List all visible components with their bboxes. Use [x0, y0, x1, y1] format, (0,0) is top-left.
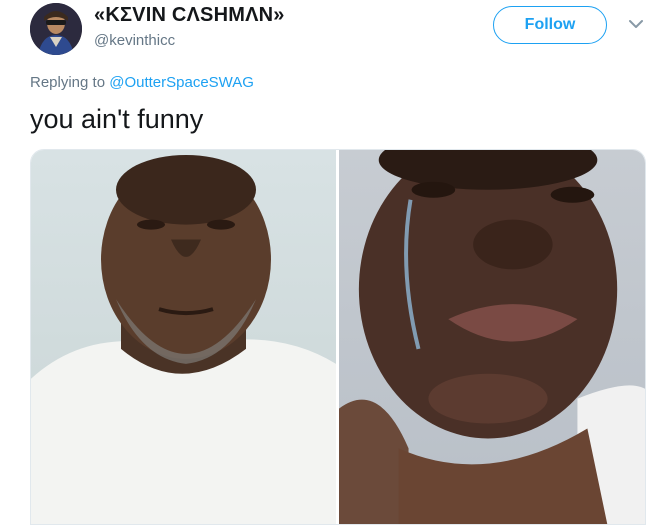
user-handle[interactable]: @kevinthicc: [94, 32, 175, 49]
display-name[interactable]: «KΣVIN CΛSHMΛN»: [94, 4, 285, 27]
photo-left[interactable]: [31, 150, 336, 524]
tweet-media[interactable]: [30, 149, 646, 525]
replying-to: Replying to @OutterSpaceSWAG: [30, 74, 254, 91]
chevron-down-icon[interactable]: [626, 14, 646, 34]
avatar[interactable]: [30, 3, 82, 55]
follow-button[interactable]: Follow: [493, 6, 607, 44]
replying-prefix: Replying to: [30, 74, 110, 91]
tweet-text: you ain't funny: [30, 104, 204, 134]
reply-mention-link[interactable]: @OutterSpaceSWAG: [109, 74, 254, 91]
photo-right[interactable]: [339, 150, 645, 524]
